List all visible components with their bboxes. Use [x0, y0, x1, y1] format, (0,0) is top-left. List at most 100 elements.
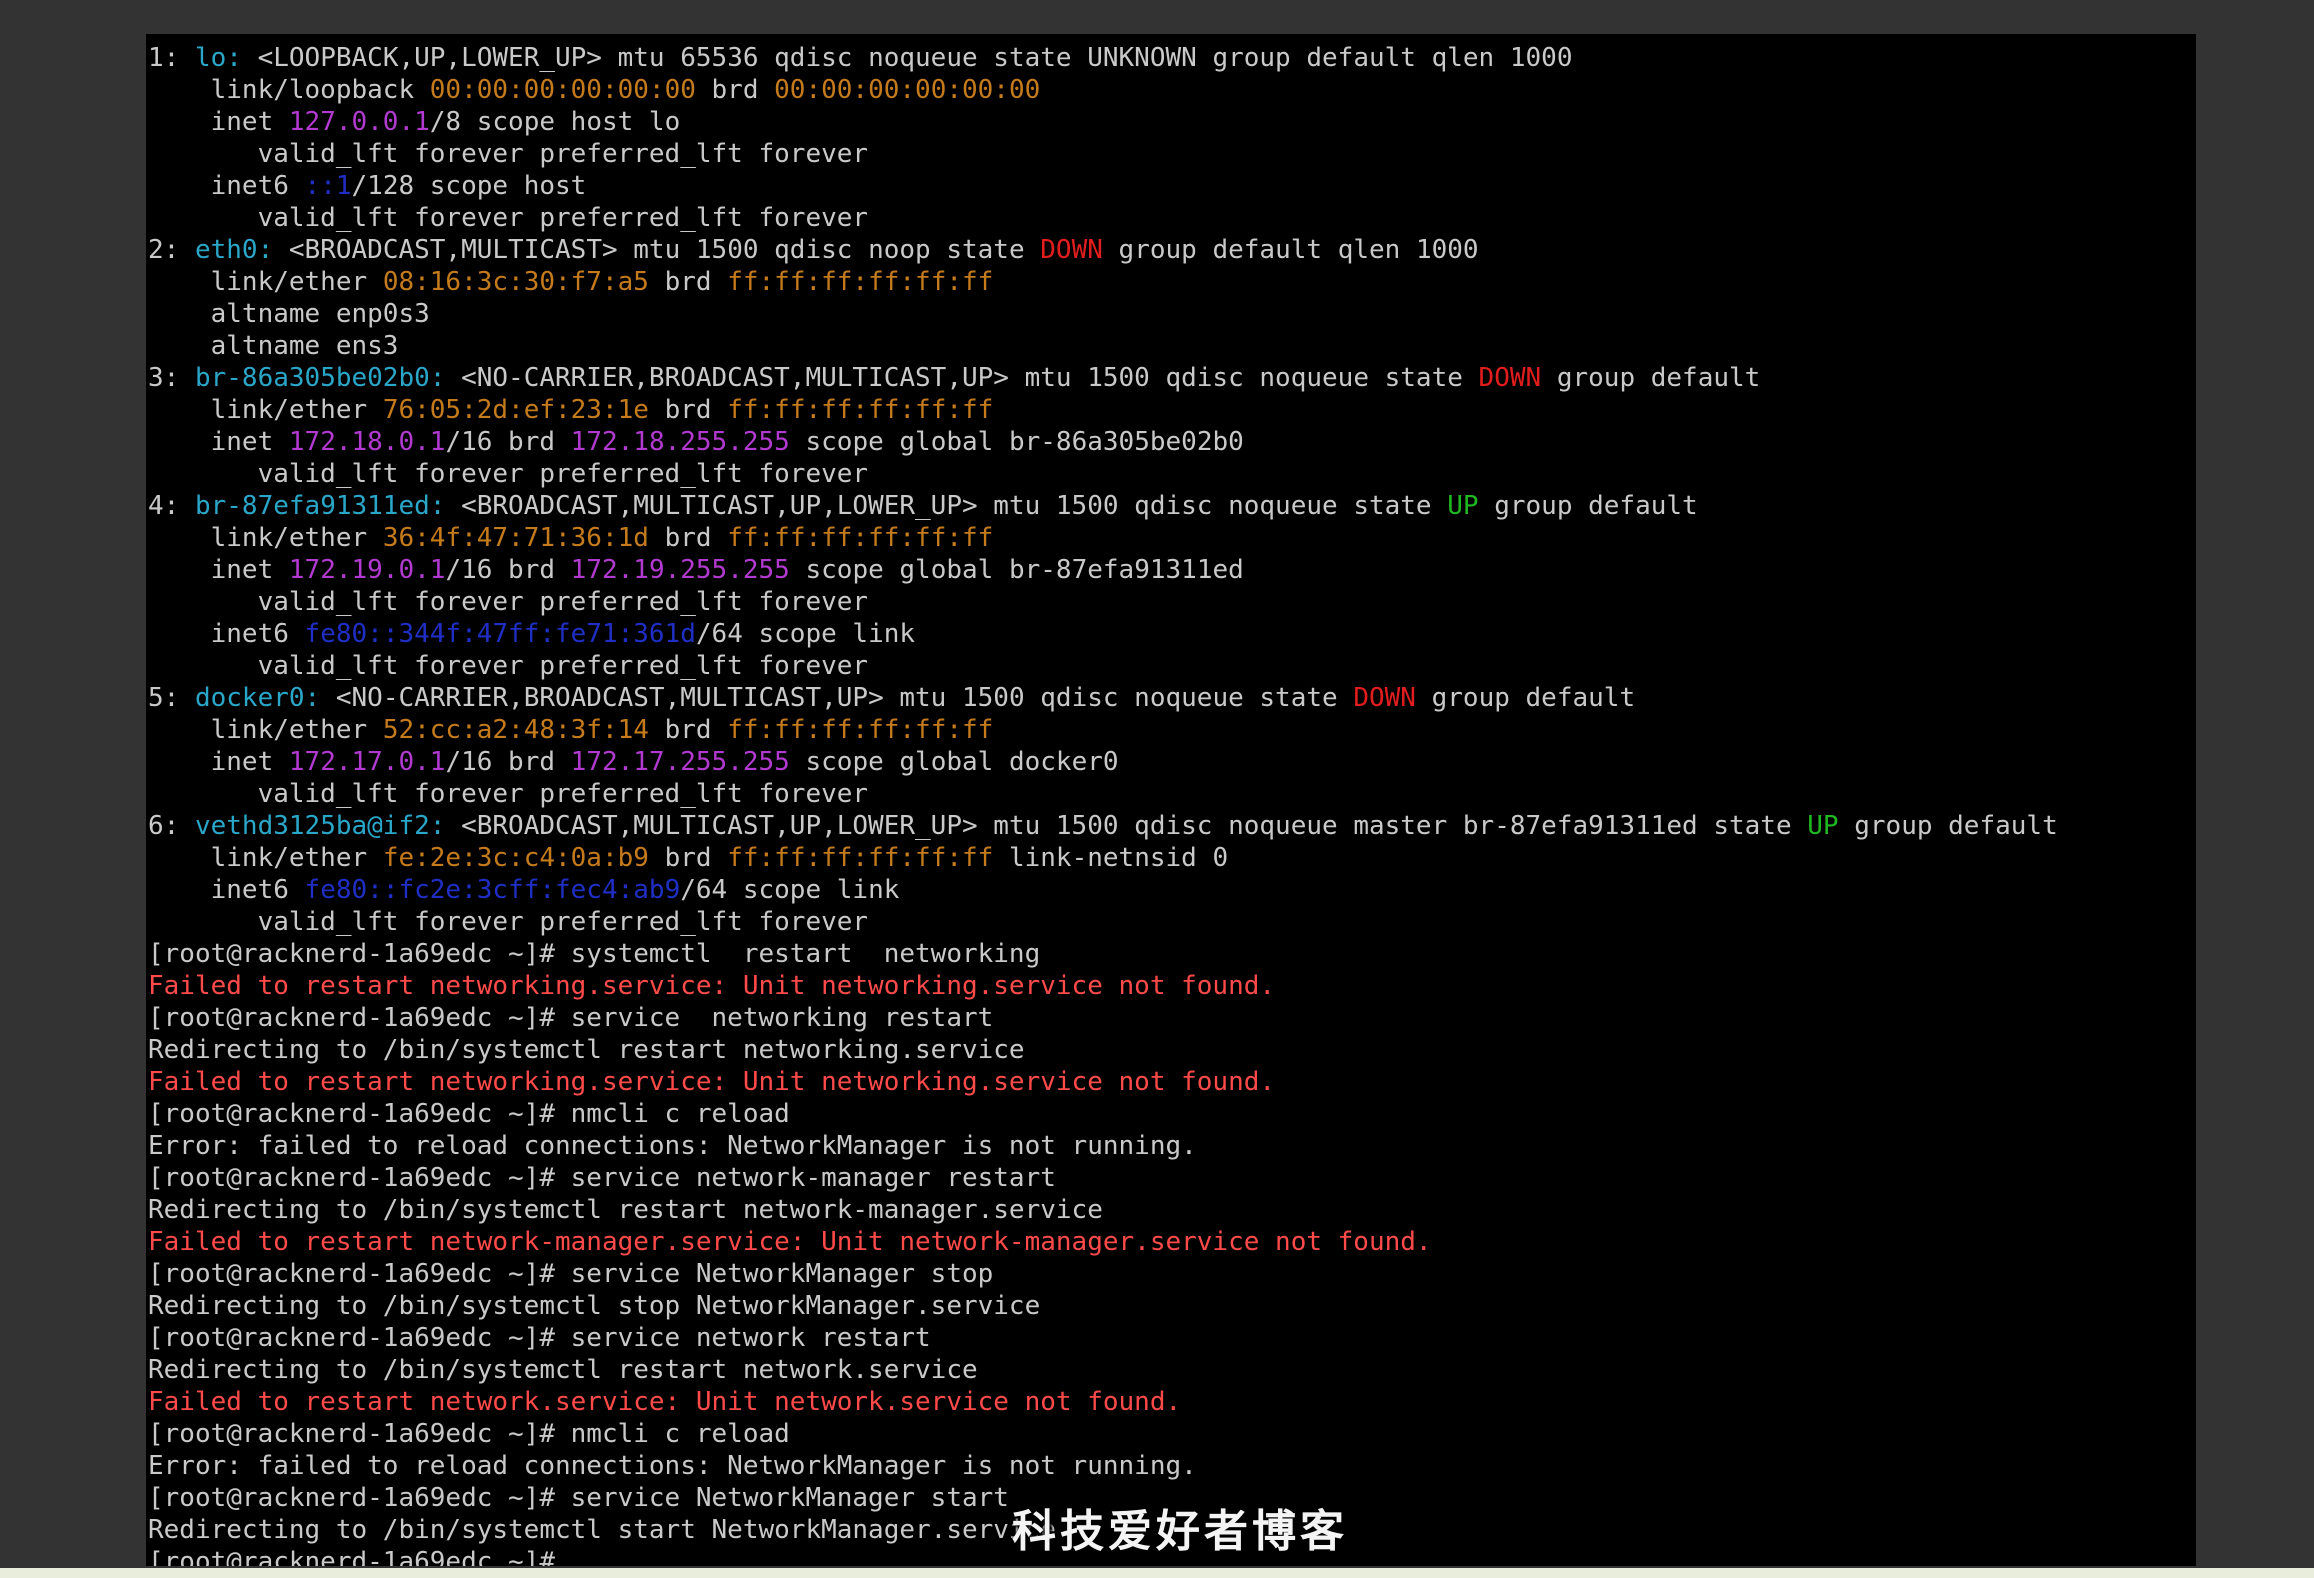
terminal-text-segment: Failed to restart network-manager.servic…	[148, 1227, 1432, 1257]
terminal-text-segment: [root@racknerd-1a69edc ~]# nmcli c reloa…	[148, 1099, 790, 1129]
terminal-text-segment: 172.17.255.255	[570, 747, 790, 777]
terminal-line-output: valid_lft forever preferred_lft forever	[148, 138, 2194, 170]
terminal-text-segment: 1:	[148, 43, 195, 73]
terminal-text-segment: inet6	[148, 619, 305, 649]
terminal-text-segment: Redirecting to /bin/systemctl start Netw…	[148, 1515, 1056, 1545]
terminal-text-segment: group default	[1541, 363, 1761, 393]
terminal-text-segment: brd	[648, 267, 728, 297]
terminal-text-segment: 08:16:3c:30:f7:a5	[382, 267, 649, 297]
terminal-text-segment: [root@racknerd-1a69edc ~]# service netwo…	[148, 1163, 1056, 1193]
terminal-text-segment: link/ether	[148, 843, 383, 873]
terminal-text-segment: valid_lft forever preferred_lft forever	[148, 203, 869, 233]
terminal-text-segment: group default	[1838, 811, 2058, 841]
terminal-text-segment: fe:2e:3c:c4:0a:b9	[382, 843, 649, 873]
terminal-text-segment: inet	[148, 107, 289, 137]
terminal-line-output: inet6 fe80::344f:47ff:fe71:361d/64 scope…	[148, 618, 2194, 650]
terminal-line-output: Redirecting to /bin/systemctl restart ne…	[148, 1194, 2194, 1226]
terminal-text-segment: brd	[648, 843, 728, 873]
terminal-text-segment: link/ether	[148, 715, 383, 745]
terminal-text-segment: link/ether	[148, 267, 383, 297]
terminal-text-segment: ::1	[304, 171, 352, 201]
terminal-text-segment: link/ether	[148, 523, 383, 553]
terminal-line-output: link/loopback 00:00:00:00:00:00 brd 00:0…	[148, 74, 2194, 106]
terminal-text-segment: 4:	[148, 491, 195, 521]
terminal-text-segment: altname ens3	[148, 331, 399, 361]
terminal-text-segment: 172.18.255.255	[570, 427, 790, 457]
terminal-line-output: inet 172.18.0.1/16 brd 172.18.255.255 sc…	[148, 426, 2194, 458]
terminal-line-output: link/ether 08:16:3c:30:f7:a5 brd ff:ff:f…	[148, 266, 2194, 298]
terminal-text-segment: ff:ff:ff:ff:ff:ff	[727, 395, 994, 425]
terminal-text-segment: inet6	[148, 875, 305, 905]
terminal-text-segment: DOWN	[1353, 683, 1416, 713]
terminal-text-segment: DOWN	[1478, 363, 1542, 393]
terminal-text-segment: 36:4f:47:71:36:1d	[382, 523, 649, 553]
terminal-text-segment: valid_lft forever preferred_lft forever	[148, 459, 869, 489]
terminal-text-segment: /64 scope link	[695, 619, 916, 649]
terminal-line-output: altname ens3	[148, 330, 2194, 362]
terminal-line-output: inet 172.17.0.1/16 brd 172.17.255.255 sc…	[148, 746, 2194, 778]
terminal-text-segment: link/loopback	[148, 75, 430, 105]
terminal-text-segment: brd	[648, 715, 728, 745]
terminal-text-segment: UP	[1807, 811, 1839, 841]
terminal-text-segment: fe80::344f:47ff:fe71:361d	[304, 619, 696, 649]
bottom-strip	[0, 1568, 2314, 1578]
terminal-text-segment: 127.0.0.1	[288, 107, 430, 137]
terminal-text-segment: [root@racknerd-1a69edc ~]# service Netwo…	[148, 1259, 994, 1289]
terminal-text-segment: link-netnsid 0	[993, 843, 1229, 873]
terminal-text-segment: [root@racknerd-1a69edc ~]# service netwo…	[148, 1323, 931, 1353]
terminal-text-segment: [root@racknerd-1a69edc ~]# service netwo…	[148, 1003, 994, 1033]
terminal-line-output: valid_lft forever preferred_lft forever	[148, 202, 2194, 234]
terminal-line-output: link/ether 76:05:2d:ef:23:1e brd ff:ff:f…	[148, 394, 2194, 426]
terminal-text-segment: 3:	[148, 363, 195, 393]
terminal-text-segment: 5:	[148, 683, 195, 713]
terminal-text-segment: Error: failed to reload connections: Net…	[148, 1451, 1197, 1481]
terminal-text-segment: Redirecting to /bin/systemctl restart ne…	[148, 1355, 978, 1385]
terminal-line-output: 6: vethd3125ba@if2: <BROADCAST,MULTICAST…	[148, 810, 2194, 842]
terminal-line-command: [root@racknerd-1a69edc ~]# systemctl res…	[148, 938, 2194, 970]
terminal-text-segment: valid_lft forever preferred_lft forever	[148, 651, 869, 681]
terminal-line-output: Redirecting to /bin/systemctl stop Netwo…	[148, 1290, 2194, 1322]
terminal-line-output: Error: failed to reload connections: Net…	[148, 1130, 2194, 1162]
terminal-line-command: [root@racknerd-1a69edc ~]# service netwo…	[148, 1322, 2194, 1354]
terminal-text-segment: fe80::fc2e:3cff:fec4:ab9	[304, 875, 681, 905]
terminal-text-segment: 76:05:2d:ef:23:1e	[382, 395, 649, 425]
terminal-line-output: valid_lft forever preferred_lft forever	[148, 906, 2194, 938]
terminal-text-segment: <NO-CARRIER,BROADCAST,MULTICAST,UP> mtu …	[445, 363, 1479, 393]
terminal-line-output: 5: docker0: <NO-CARRIER,BROADCAST,MULTIC…	[148, 682, 2194, 714]
terminal-text-segment: Redirecting to /bin/systemctl restart ne…	[148, 1195, 1103, 1225]
terminal-line-output: inet6 ::1/128 scope host	[148, 170, 2194, 202]
terminal-line-output: inet 127.0.0.1/8 scope host lo	[148, 106, 2194, 138]
terminal-text-segment: inet	[148, 427, 289, 457]
terminal-text-segment: 00:00:00:00:00:00	[429, 75, 696, 105]
terminal-line-output: inet 172.19.0.1/16 brd 172.19.255.255 sc…	[148, 554, 2194, 586]
terminal-line-command: [root@racknerd-1a69edc ~]# service netwo…	[148, 1162, 2194, 1194]
terminal-line-output: valid_lft forever preferred_lft forever	[148, 586, 2194, 618]
terminal-text-segment: br-86a305be02b0:	[194, 363, 446, 393]
terminal-text-segment: [root@racknerd-1a69edc ~]# systemctl res…	[148, 939, 1041, 969]
terminal-text-segment: lo:	[194, 43, 242, 73]
terminal-text-segment: scope global br-86a305be02b0	[789, 427, 1244, 457]
terminal-text-segment: group default	[1415, 683, 1636, 713]
terminal-text-segment: ff:ff:ff:ff:ff:ff	[727, 523, 994, 553]
terminal-line-output: Redirecting to /bin/systemctl restart ne…	[148, 1354, 2194, 1386]
terminal-line-error: Failed to restart networking.service: Un…	[148, 970, 2194, 1002]
terminal-line-output: link/ether 36:4f:47:71:36:1d brd ff:ff:f…	[148, 522, 2194, 554]
terminal-line-output: valid_lft forever preferred_lft forever	[148, 778, 2194, 810]
terminal-text-segment: eth0:	[194, 235, 274, 265]
terminal-text-segment: DOWN	[1040, 235, 1103, 265]
terminal-text-segment: Redirecting to /bin/systemctl restart ne…	[148, 1035, 1025, 1065]
terminal-text-segment: UP	[1447, 491, 1479, 521]
terminal-line-output: valid_lft forever preferred_lft forever	[148, 650, 2194, 682]
terminal-text-segment: inet6	[148, 171, 305, 201]
terminal-text-segment: ff:ff:ff:ff:ff:ff	[727, 843, 994, 873]
terminal-text-segment: /128 scope host	[351, 171, 587, 201]
terminal-console[interactable]: 1: lo: <LOOPBACK,UP,LOWER_UP> mtu 65536 …	[146, 34, 2196, 1566]
terminal-line-output: Redirecting to /bin/systemctl restart ne…	[148, 1034, 2194, 1066]
terminal-line-error: Failed to restart network.service: Unit …	[148, 1386, 2194, 1418]
terminal-text-segment: 172.17.0.1	[288, 747, 446, 777]
terminal-text-segment: docker0:	[194, 683, 321, 713]
terminal-text-segment: 6:	[148, 811, 195, 841]
terminal-text-segment: 172.18.0.1	[288, 427, 446, 457]
terminal-line-output: 2: eth0: <BROADCAST,MULTICAST> mtu 1500 …	[148, 234, 2194, 266]
terminal-line-output: 3: br-86a305be02b0: <NO-CARRIER,BROADCAS…	[148, 362, 2194, 394]
